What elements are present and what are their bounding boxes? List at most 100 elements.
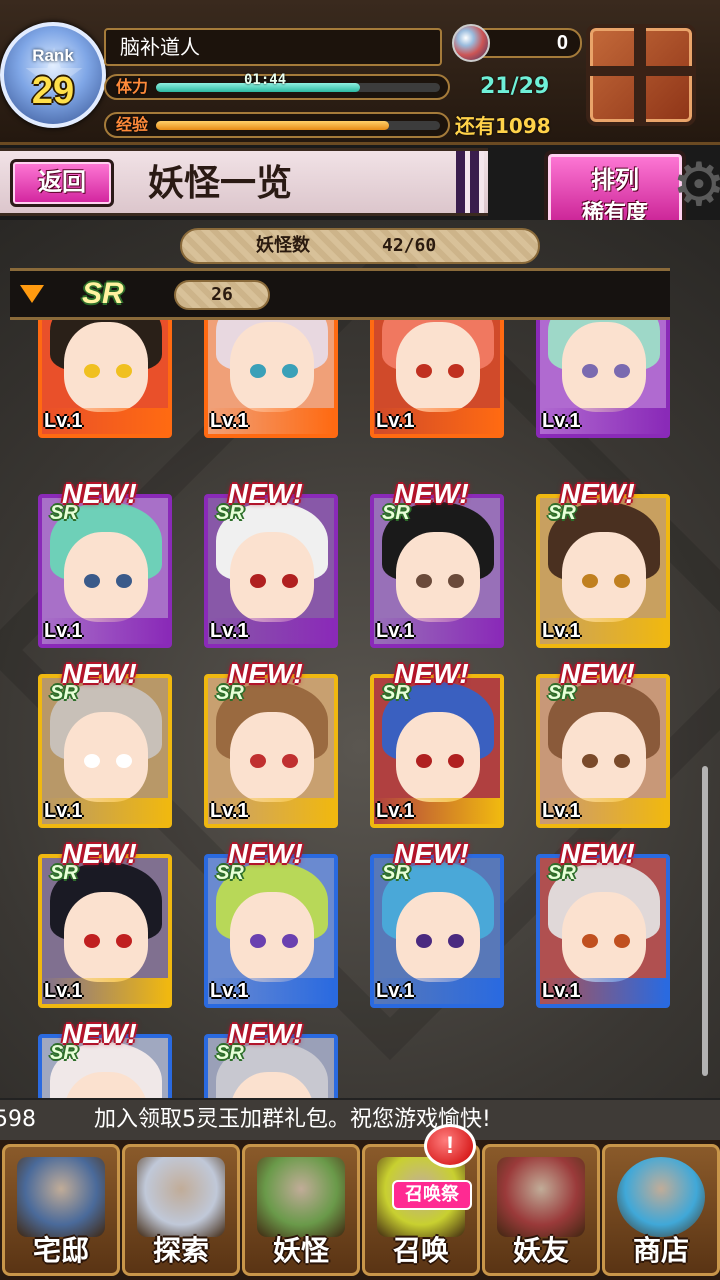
level-label: Lv.1 bbox=[540, 408, 666, 434]
exp-bar: 经验 bbox=[104, 112, 450, 138]
status-header: ★ Rank 29 脑补道人 体力 01:44 经验 0 21/29 还有109… bbox=[0, 0, 720, 145]
monster-card[interactable]: Lv.1 SR NEW! bbox=[38, 838, 172, 1008]
portrait-face bbox=[64, 892, 148, 982]
summon-festival-tag: 召唤祭 bbox=[392, 1180, 472, 1210]
title-bar: 返回 妖怪一览 bbox=[0, 148, 488, 216]
exp-track bbox=[156, 121, 440, 130]
portrait-eye bbox=[448, 364, 464, 378]
nav-item[interactable]: 商店 bbox=[602, 1144, 720, 1276]
spirit-jade-icon bbox=[452, 24, 490, 62]
rank-value: 29 bbox=[31, 70, 75, 112]
monster-card[interactable]: Lv.1 SR NEW! bbox=[370, 658, 504, 828]
spirit-jade-orb-icon bbox=[617, 1157, 705, 1237]
portrait-eye bbox=[282, 754, 298, 768]
nav-label: 召唤 bbox=[392, 1234, 449, 1267]
portrait-eye bbox=[582, 574, 598, 588]
scroll-icon bbox=[257, 1157, 345, 1237]
portrait-eye bbox=[282, 364, 298, 378]
monster-count-value: 42/60 bbox=[382, 235, 437, 256]
level-label: Lv.1 bbox=[374, 618, 500, 644]
level-label: Lv.1 bbox=[208, 618, 334, 644]
monster-card[interactable]: Lv.1 SR NEW! bbox=[38, 478, 172, 648]
new-badge: NEW! bbox=[62, 838, 137, 869]
portrait-eye bbox=[614, 574, 630, 588]
nav-item[interactable]: 妖友 bbox=[482, 1144, 600, 1276]
rank-badge[interactable]: ★ Rank 29 bbox=[0, 22, 106, 128]
monster-card[interactable]: Lv.1 SR NEW! bbox=[370, 838, 504, 1008]
monster-card[interactable]: Lv.1 SR NEW! bbox=[204, 658, 338, 828]
portrait-face bbox=[562, 322, 646, 412]
portrait-eye bbox=[282, 934, 298, 948]
monster-card[interactable]: Lv.1 SR NEW! bbox=[536, 478, 670, 648]
nav-label: 商店 bbox=[632, 1234, 689, 1267]
portrait-face bbox=[562, 892, 646, 982]
monster-card[interactable]: Lv.1 SR NEW! bbox=[536, 658, 670, 828]
portrait-face bbox=[230, 712, 314, 802]
nav-item[interactable]: 妖怪 bbox=[242, 1144, 360, 1276]
treasure-chest-icon[interactable] bbox=[586, 24, 696, 126]
new-badge: NEW! bbox=[228, 1018, 303, 1049]
level-label: Lv.1 bbox=[374, 798, 500, 824]
nav-item[interactable]: 宅邸 bbox=[2, 1144, 120, 1276]
stamina-track bbox=[156, 83, 440, 92]
monster-card[interactable]: SR NEW! bbox=[38, 1018, 172, 1098]
portrait-eye bbox=[582, 364, 598, 378]
portrait-face bbox=[230, 322, 314, 412]
exp-fill bbox=[156, 121, 389, 130]
portrait-eye bbox=[614, 754, 630, 768]
monster-count-pill: 妖怪数 42/60 bbox=[180, 228, 540, 264]
nav-item[interactable]: 探索 bbox=[122, 1144, 240, 1276]
monster-card[interactable]: Lv.1 SR NEW! bbox=[38, 658, 172, 828]
portrait-face bbox=[396, 532, 480, 622]
portrait-eye bbox=[250, 754, 266, 768]
portrait-face bbox=[230, 892, 314, 982]
level-label: Lv.1 bbox=[540, 798, 666, 824]
new-badge: NEW! bbox=[62, 478, 137, 509]
magnifier-icon bbox=[137, 1157, 225, 1237]
level-label: Lv.1 bbox=[540, 978, 666, 1004]
page-title: 妖怪一览 bbox=[148, 162, 293, 204]
portrait-eye bbox=[614, 364, 630, 378]
ticker-prefix: 598 bbox=[0, 1107, 36, 1132]
portrait-face bbox=[64, 712, 148, 802]
level-label: Lv.1 bbox=[42, 978, 168, 1004]
back-button[interactable]: 返回 bbox=[10, 159, 114, 207]
monster-card[interactable]: SR NEW! bbox=[204, 1018, 338, 1098]
portrait-eye bbox=[84, 754, 100, 768]
portrait-eye bbox=[416, 364, 432, 378]
level-label: Lv.1 bbox=[374, 408, 500, 434]
stamina-timer: 01:44 bbox=[244, 72, 287, 88]
portrait-face bbox=[562, 712, 646, 802]
portrait-eye bbox=[84, 364, 100, 378]
portrait-face bbox=[64, 322, 148, 412]
new-badge: NEW! bbox=[62, 658, 137, 689]
sort-button[interactable]: 排列 稀有度 bbox=[544, 150, 686, 230]
level-label: Lv.1 bbox=[208, 408, 334, 434]
portrait-eye bbox=[416, 934, 432, 948]
new-badge: NEW! bbox=[560, 658, 635, 689]
scrollbar[interactable] bbox=[702, 766, 708, 1076]
stamina-bar: 体力 01:44 bbox=[104, 72, 450, 100]
section-count: 26 bbox=[174, 280, 270, 310]
monster-card[interactable]: Lv.1 SR NEW! bbox=[370, 478, 504, 648]
monster-card[interactable]: Lv.1 SR NEW! bbox=[204, 838, 338, 1008]
rarity-section-header[interactable]: SR 26 bbox=[10, 268, 670, 320]
nav-label: 妖友 bbox=[512, 1234, 569, 1267]
collapse-triangle-icon[interactable] bbox=[20, 285, 44, 303]
portrait-eye bbox=[116, 574, 132, 588]
gem-counter[interactable]: 0 bbox=[452, 24, 582, 62]
new-badge: NEW! bbox=[560, 838, 635, 869]
new-badge: NEW! bbox=[62, 1018, 137, 1049]
monster-card[interactable]: Lv.1 SR NEW! bbox=[536, 838, 670, 1008]
portrait-eye bbox=[116, 364, 132, 378]
level-label: Lv.1 bbox=[208, 798, 334, 824]
level-label: Lv.1 bbox=[42, 408, 168, 434]
portrait-eye bbox=[614, 934, 630, 948]
nav-label: 探索 bbox=[152, 1234, 209, 1267]
decorative-stripe bbox=[456, 151, 484, 213]
stamina-count: 21/29 bbox=[480, 74, 550, 99]
portrait-eye bbox=[416, 574, 432, 588]
nav-label: 宅邸 bbox=[32, 1234, 89, 1267]
sort-label: 排列 bbox=[591, 165, 639, 194]
monster-card[interactable]: Lv.1 SR NEW! bbox=[204, 478, 338, 648]
